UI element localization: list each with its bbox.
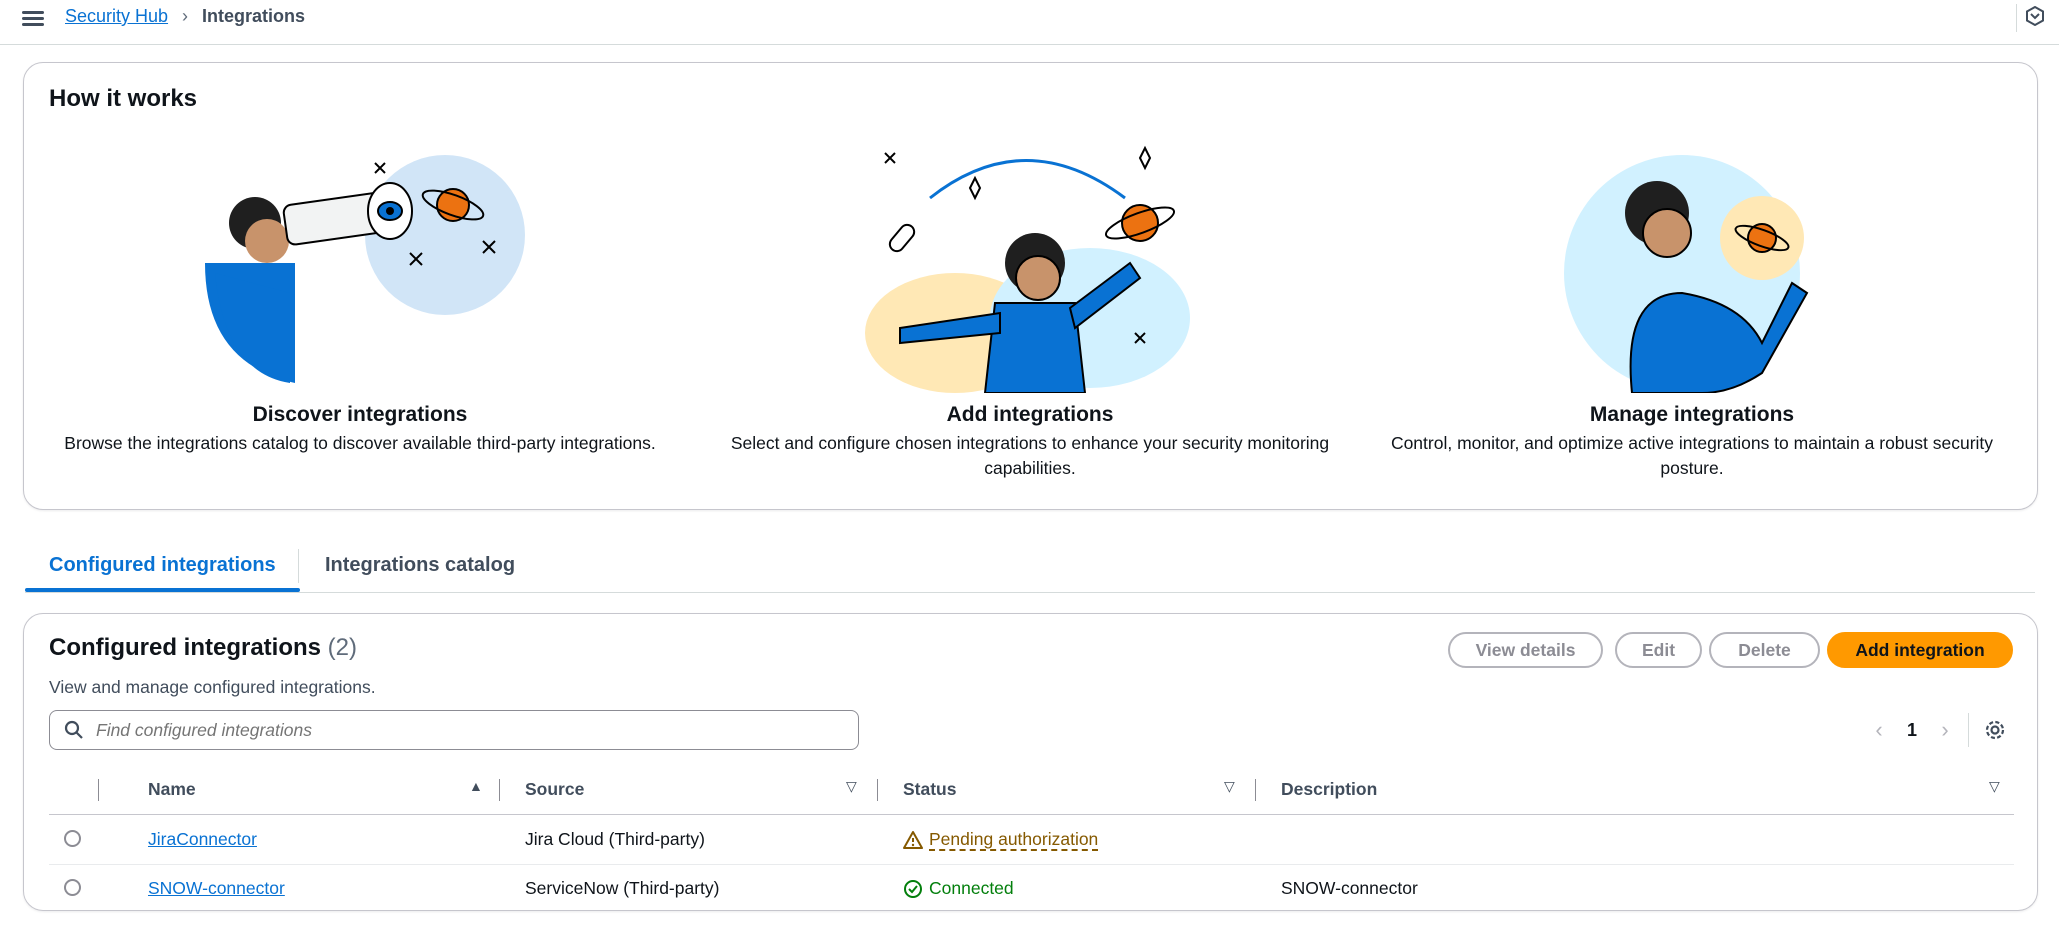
how-it-works-title: How it works bbox=[49, 85, 198, 112]
column-header-source[interactable]: Source bbox=[525, 764, 584, 814]
integration-name-link[interactable]: SNOW-connector bbox=[148, 878, 285, 898]
gear-icon[interactable] bbox=[1983, 718, 2007, 742]
add-integration-button[interactable]: Add integration bbox=[1827, 632, 2013, 668]
check-circle-icon bbox=[904, 879, 922, 898]
sort-icon[interactable]: ▽ bbox=[1224, 778, 1235, 795]
search-field[interactable] bbox=[49, 710, 859, 750]
search-icon bbox=[64, 720, 83, 739]
table-count: (2) bbox=[327, 634, 358, 661]
view-details-button[interactable]: View details bbox=[1448, 632, 1603, 668]
step-description: Browse the integrations catalog to disco… bbox=[64, 433, 656, 453]
column-divider[interactable] bbox=[499, 779, 500, 801]
warning-icon bbox=[903, 830, 923, 849]
row-select-radio[interactable] bbox=[64, 830, 81, 847]
top-navigation-bar: Security Hub › Integrations bbox=[0, 0, 2059, 45]
sort-ascending-icon[interactable]: ▲ bbox=[469, 778, 483, 794]
step-title: Manage integrations bbox=[1589, 403, 1795, 426]
chevron-right-icon: › bbox=[182, 6, 189, 26]
row-description: SNOW-connector bbox=[1281, 878, 1418, 898]
status-text[interactable]: Pending authorization bbox=[929, 829, 1099, 851]
step-title: Add integrations bbox=[946, 403, 1114, 426]
manage-illustration bbox=[1372, 123, 2012, 393]
pagination: ‹ 1 › bbox=[1864, 710, 2007, 750]
tab-divider bbox=[298, 549, 299, 583]
how-it-works-panel: How it works Discover integrations Brows… bbox=[23, 62, 2038, 510]
table-description: View and manage configured integrations. bbox=[49, 677, 376, 697]
column-header-description[interactable]: Description bbox=[1281, 764, 1377, 814]
step-manage: Manage integrations Control, monitor, an… bbox=[1372, 123, 2012, 481]
edit-button[interactable]: Edit bbox=[1615, 632, 1702, 668]
table-title: Configured integrations (2) bbox=[49, 634, 357, 662]
breadcrumb: Security Hub › Integrations bbox=[65, 6, 305, 27]
next-page-icon[interactable]: › bbox=[1930, 717, 1960, 743]
row-source: Jira Cloud (Third-party) bbox=[525, 829, 705, 849]
previous-page-icon[interactable]: ‹ bbox=[1864, 717, 1894, 743]
sort-icon[interactable]: ▽ bbox=[1989, 778, 2000, 795]
configured-integrations-table: Configured integrations (2) View and man… bbox=[23, 613, 2038, 911]
divider bbox=[1968, 713, 1969, 747]
column-divider[interactable] bbox=[877, 779, 878, 801]
step-title: Discover integrations bbox=[252, 403, 468, 426]
tab-configured-integrations[interactable]: Configured integrations bbox=[25, 540, 300, 592]
discover-illustration bbox=[40, 123, 680, 393]
table-row[interactable]: JiraConnector Jira Cloud (Third-party) P… bbox=[49, 815, 2014, 865]
integration-name-link[interactable]: JiraConnector bbox=[148, 829, 257, 849]
tab-bar: Configured integrations Integrations cat… bbox=[25, 540, 2035, 593]
step-discover: Discover integrations Browse the integra… bbox=[40, 123, 680, 456]
menu-icon[interactable] bbox=[22, 8, 44, 30]
row-select-radio[interactable] bbox=[64, 879, 81, 896]
breadcrumb-security-hub[interactable]: Security Hub bbox=[65, 6, 168, 27]
tab-integrations-catalog[interactable]: Integrations catalog bbox=[325, 540, 515, 590]
page-number[interactable]: 1 bbox=[1894, 720, 1930, 741]
column-header-name[interactable]: Name bbox=[148, 764, 196, 814]
row-status: Connected bbox=[903, 864, 1014, 913]
delete-button[interactable]: Delete bbox=[1709, 632, 1820, 668]
step-description: Control, monitor, and optimize active in… bbox=[1390, 433, 1994, 478]
row-status: Pending authorization bbox=[903, 815, 1099, 864]
table-row[interactable]: SNOW-connector ServiceNow (Third-party) … bbox=[49, 864, 2014, 913]
sort-icon[interactable]: ▽ bbox=[846, 778, 857, 795]
column-header-status[interactable]: Status bbox=[903, 764, 956, 814]
column-divider[interactable] bbox=[1255, 779, 1256, 801]
breadcrumb-current: Integrations bbox=[202, 6, 306, 26]
step-description: Select and configure chosen integrations… bbox=[730, 433, 1330, 478]
add-illustration bbox=[710, 123, 1350, 393]
divider bbox=[2016, 4, 2017, 32]
status-text: Connected bbox=[929, 878, 1014, 898]
row-source: ServiceNow (Third-party) bbox=[525, 878, 720, 898]
column-divider bbox=[98, 779, 99, 801]
table-header: Name ▲ Source ▽ Status ▽ Description ▽ bbox=[49, 764, 2014, 815]
search-input[interactable] bbox=[94, 718, 818, 742]
step-add: Add integrations Select and configure ch… bbox=[710, 123, 1350, 481]
table-title-text: Configured integrations bbox=[49, 634, 321, 661]
info-panel-icon[interactable] bbox=[2025, 6, 2045, 26]
